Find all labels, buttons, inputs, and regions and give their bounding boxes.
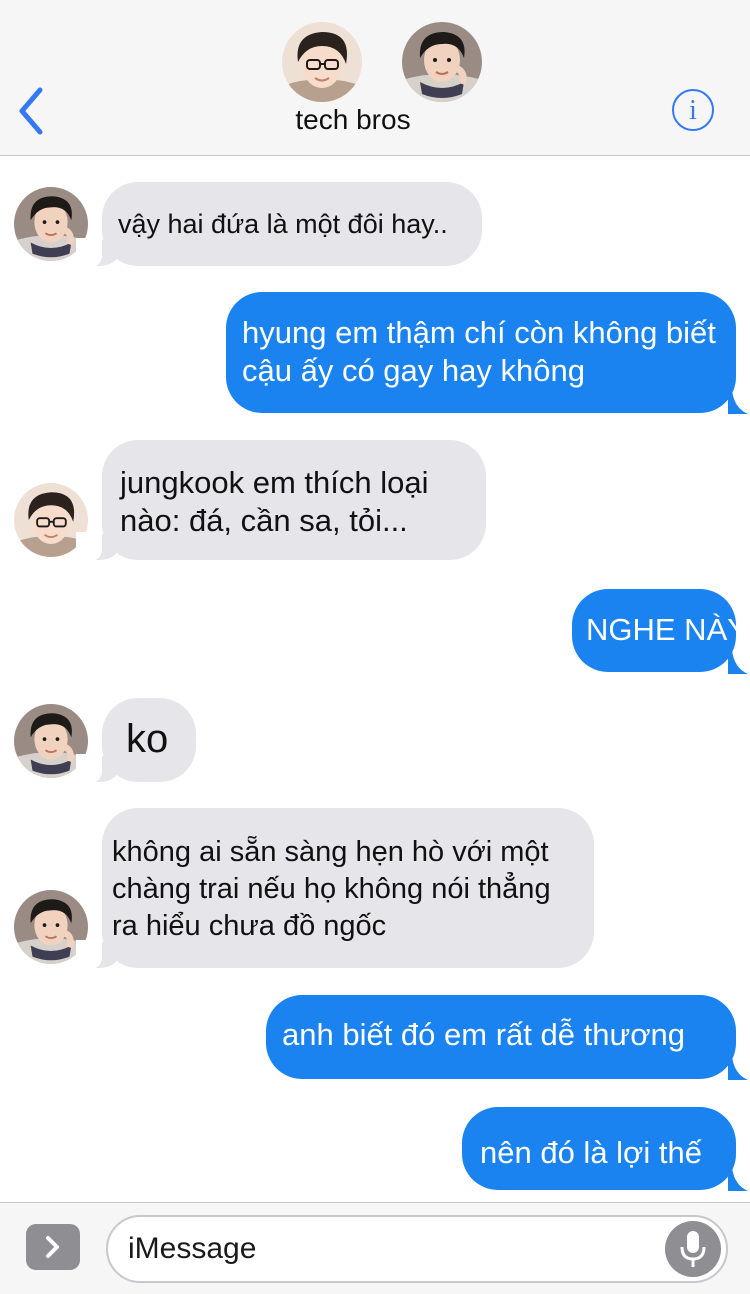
composer-bar: iMessage [0,1202,750,1294]
chat-title[interactable]: tech bros [253,104,453,136]
message-bubble-incoming[interactable]: vậy hai đứa là một đôi hay.. [76,182,482,268]
message-text: vậy hai đứa là một đôi hay.. [118,209,448,239]
message-text: jungkook em thích loại nào: đá, cần sa, … [120,465,429,538]
message-bubble-incoming[interactable]: không ai sẵn sàng hẹn hò với một chàng t… [76,808,594,970]
message-bubble-outgoing[interactable]: NGHE NÀY [572,589,736,672]
message-input[interactable]: iMessage [106,1215,728,1283]
participant-avatar-scarf[interactable] [402,22,482,102]
microphone-button[interactable] [665,1221,721,1277]
message-text: nên đó là lợi thế [480,1135,702,1170]
chevron-right-icon [46,1236,59,1258]
bubble-tail [728,1167,748,1191]
chat-header: tech bros i [0,0,750,156]
bubble-tail [728,1056,748,1080]
microphone-icon [680,1231,706,1267]
bubble-tail [728,390,748,414]
expand-apps-button[interactable] [26,1224,80,1270]
message-bubble-outgoing[interactable]: hyung em thậm chí còn không biết cậu ấy … [226,292,736,413]
message-text: NGHE NÀY [586,612,736,647]
message-bubble-incoming[interactable]: jungkook em thích loại nào: đá, cần sa, … [76,440,486,562]
message-text: không ai sẵn sàng hẹn hò với một chàng t… [112,836,551,942]
message-input-placeholder: iMessage [128,1232,257,1265]
info-icon: i [689,95,697,126]
message-text: anh biết đó em rất dễ thương [282,1017,685,1052]
message-text: hyung em thậm chí còn không biết cậu ấy … [242,315,716,388]
message-bubble-incoming[interactable]: ko [76,698,196,784]
back-button[interactable] [14,86,48,136]
message-text: ko [126,717,169,761]
participant-avatar-glasses[interactable] [282,22,362,102]
message-bubble-outgoing[interactable]: anh biết đó em rất dễ thương [266,995,736,1079]
message-bubble-outgoing[interactable]: nên đó là lợi thế [462,1107,736,1190]
info-button[interactable]: i [672,89,714,131]
bubble-tail [728,650,748,674]
chevron-left-icon [19,87,43,135]
